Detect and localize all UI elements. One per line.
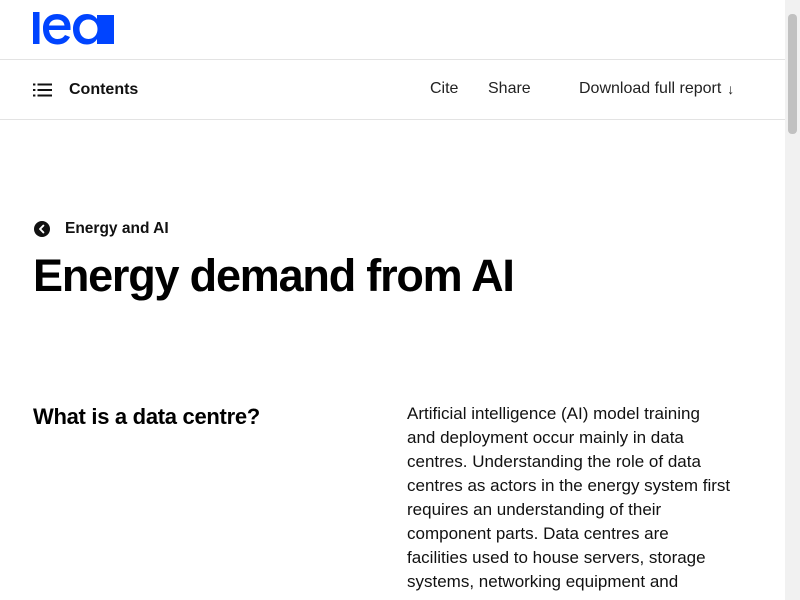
breadcrumb-back-link[interactable]: Energy and AI bbox=[34, 220, 169, 238]
body-line: requires an understanding of their bbox=[407, 500, 662, 519]
body-line: systems, networking equipment and bbox=[407, 572, 679, 591]
iea-logo[interactable] bbox=[33, 12, 114, 45]
iea-logo-icon bbox=[33, 12, 114, 45]
contents-label: Contents bbox=[69, 81, 139, 98]
body-line: and deployment occur mainly in data bbox=[407, 428, 684, 447]
report-navbar: Contents Cite Share Download full report… bbox=[0, 60, 785, 120]
share-link[interactable]: Share bbox=[488, 80, 531, 98]
body-line: facilities used to house servers, storag… bbox=[407, 548, 706, 567]
scrollbar-thumb[interactable] bbox=[788, 14, 797, 134]
download-arrow-icon: ↓ bbox=[727, 81, 735, 97]
back-arrow-circle-icon bbox=[34, 221, 50, 237]
section-heading: What is a data centre? bbox=[33, 404, 260, 429]
body-line: centres as actors in the energy system f… bbox=[407, 476, 731, 495]
body-line: Artificial intelligence (AI) model train… bbox=[407, 404, 700, 423]
download-report-link[interactable]: Download full report ↓ bbox=[579, 80, 734, 98]
page-title: Energy demand from AI bbox=[33, 250, 515, 301]
page: Contents Cite Share Download full report… bbox=[0, 0, 785, 600]
section-body: Artificial intelligence (AI) model train… bbox=[407, 402, 757, 594]
body-line: centres. Understanding the role of data bbox=[407, 452, 701, 471]
contents-button[interactable]: Contents bbox=[33, 78, 138, 102]
download-label: Download full report bbox=[579, 80, 722, 97]
site-header bbox=[0, 0, 785, 60]
breadcrumb-label: Energy and AI bbox=[65, 220, 169, 237]
list-menu-icon bbox=[33, 83, 52, 97]
cite-link[interactable]: Cite bbox=[430, 80, 458, 98]
body-line: component parts. Data centres are bbox=[407, 524, 669, 543]
